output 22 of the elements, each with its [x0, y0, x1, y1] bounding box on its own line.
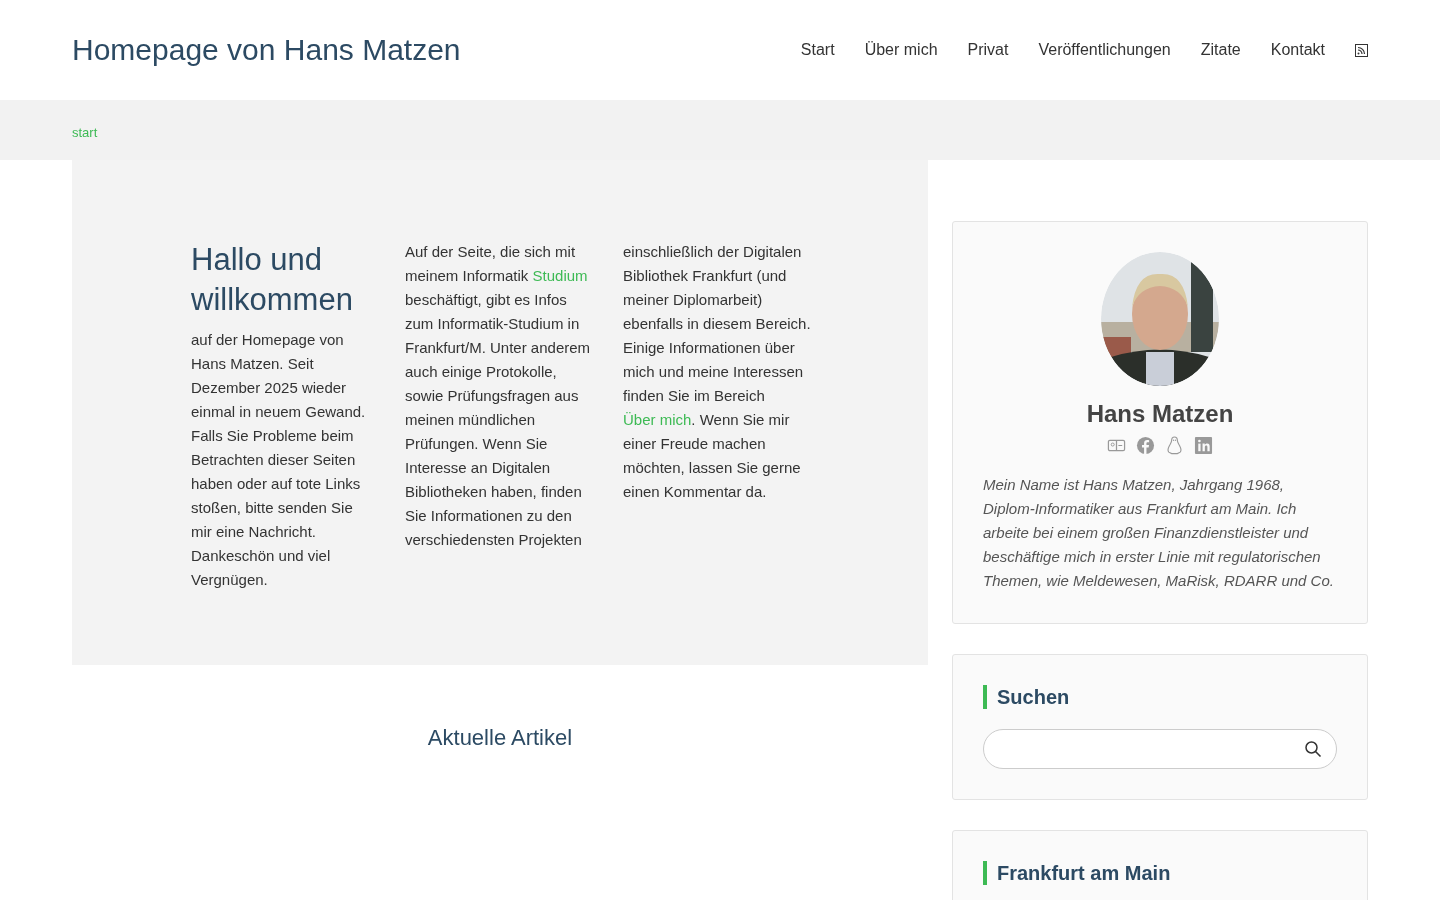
welcome-text: einschließlich der Digitalen Bibliothek Frankfurt (und meiner Diplomarbeit) ebenfalls in diesem Bereich. Einige Informationen über mich und meine Interessen finden Sie im Bereich Über mich. Wenn Sie mir einer Freude machen möchten, lassen Sie gerne einen Kommentar da.	[623, 242, 812, 502]
facebook-icon[interactable]	[1136, 436, 1155, 455]
linkedin-icon[interactable]	[1194, 436, 1213, 455]
nav-link[interactable]: Start	[800, 41, 835, 59]
nav-link[interactable]: Über mich	[864, 41, 938, 59]
section-heading: Aktuelle Artikel	[427, 725, 573, 750]
welcome-text: auf der Homepage von Hans Matzen. Seit Dezember 2025 wieder einmal in neuem Gewand. Falls Sie Probleme beim Betrachten dieser Seiten haben oder auf tote Links stoßen, bitte senden Sie mir eine Nachricht. Dankeschön und viel Vergnügen.	[191, 330, 367, 590]
nav-link[interactable]: Privat	[967, 41, 1009, 59]
profile-bio: Mein Name ist Hans Matzen, Jahrgang 1968, Diplom-Informatiker aus Frankfurt am Main. Ich arbeite bei einem großen Finanzdienstleister und beschäftige mich in erster Linie mit regulatorischen Themen, wie Meldewesen, MaRisk, RDARR und Co.	[983, 475, 1335, 591]
welcome-text: Auf der Seite, die sich mit meinem Informatik Studium beschäftigt, gibt es Infos zum Informatik-Studium in Frankfurt/M. Unter anderem auch einige Protokolle, sowie Prüfungsfragen aus meinen mündlichen Prüfungen. Wenn Sie Interesse an Digitalen Bibliotheken haben, finden Sie Informationen zu den verschiedensten Projekten	[405, 242, 592, 550]
site-title[interactable]: Homepage von Hans Matzen	[72, 33, 461, 67]
penguin-icon[interactable]	[1165, 436, 1184, 455]
search-field[interactable]	[983, 729, 1337, 769]
search-icon[interactable]	[1304, 740, 1322, 758]
widget-title: Suchen	[983, 685, 1337, 709]
welcome-heading: Hallo und willkommen	[191, 241, 354, 319]
nav-link[interactable]: Kontakt	[1270, 41, 1325, 59]
nav-link[interactable]: Veröffentlichungen	[1038, 41, 1171, 59]
profile-name: Hans Matzen	[1086, 400, 1234, 428]
widget-title: Frankfurt am Main	[983, 861, 1337, 885]
nav-link[interactable]: Zitate	[1200, 41, 1241, 59]
rss-icon[interactable]	[1355, 43, 1368, 57]
